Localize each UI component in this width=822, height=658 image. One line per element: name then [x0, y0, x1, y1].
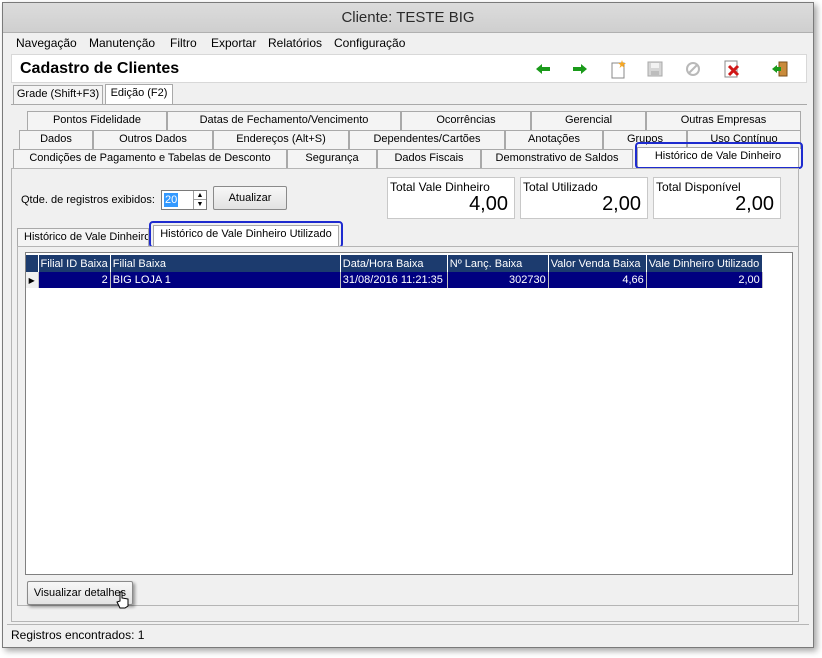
menu-configuracao[interactable]: Configuração — [334, 36, 405, 50]
menu-exportar[interactable]: Exportar — [211, 36, 256, 50]
spinner-up-icon[interactable]: ▲ — [194, 191, 206, 200]
form-header: Cadastro de Clientes — [11, 54, 807, 83]
details-button-label: Visualizar detalhes — [33, 587, 127, 599]
table-row[interactable]: ▶ 2 BIG LOJA 1 31/08/2016 11:21:35 30273… — [26, 272, 763, 288]
total-disponivel-label: Total Disponível — [656, 180, 741, 194]
cell-valor-venda[interactable]: 4,66 — [548, 272, 647, 288]
col-header-filial[interactable]: Filial Baixa — [110, 255, 341, 272]
tab-dados[interactable]: Dados — [19, 130, 93, 149]
cancel-icon[interactable] — [682, 58, 704, 80]
total-vale-dinheiro-label: Total Vale Dinheiro — [390, 180, 490, 194]
tab-anotacoes[interactable]: Anotações — [505, 130, 603, 149]
menu-relatorios[interactable]: Relatórios — [268, 36, 322, 50]
records-table: Filial ID Baixa Filial Baixa Data/Hora B… — [26, 255, 763, 288]
arrow-left-icon[interactable] — [532, 58, 554, 80]
save-icon[interactable] — [644, 58, 666, 80]
cell-data-hora[interactable]: 31/08/2016 11:21:35 — [340, 272, 448, 288]
subtab-historico[interactable]: Histórico de Vale Dinheiro — [17, 228, 149, 247]
arrow-right-icon[interactable] — [569, 58, 591, 80]
menu-navegacao[interactable]: Navegação — [16, 36, 77, 50]
total-utilizado-box: Total Utilizado 2,00 — [520, 177, 648, 219]
delete-icon[interactable] — [721, 58, 743, 80]
col-header-lancamento[interactable]: Nº Lanç. Baixa — [447, 255, 549, 272]
status-bar: Registros encontrados: 1 — [7, 624, 809, 643]
cell-filial-id[interactable]: 2 — [38, 272, 111, 288]
total-vale-dinheiro-box: Total Vale Dinheiro 4,00 — [387, 177, 515, 219]
tab-ocorrencias[interactable]: Ocorrências — [401, 111, 531, 130]
window-title: Cliente: TESTE BIG — [341, 9, 475, 26]
records-grid: Filial ID Baixa Filial Baixa Data/Hora B… — [25, 252, 793, 575]
refresh-button[interactable]: Atualizar — [213, 186, 287, 210]
records-count-label: Qtde. de registros exibidos: — [21, 194, 155, 206]
cell-lancamento[interactable]: 302730 — [447, 272, 549, 288]
cell-vale-utilizado[interactable]: 2,00 — [646, 272, 763, 288]
tab-gerencial[interactable]: Gerencial — [531, 111, 646, 130]
status-text: Registros encontrados: 1 — [11, 628, 145, 642]
highlight-subtab-utilizado — [149, 221, 343, 248]
records-count-value[interactable]: 20 — [164, 193, 179, 207]
table-header-row: Filial ID Baixa Filial Baixa Data/Hora B… — [26, 255, 763, 272]
tab-pontos-fidelidade[interactable]: Pontos Fidelidade — [27, 111, 167, 130]
hand-cursor-icon — [116, 591, 130, 609]
col-header-valor-venda[interactable]: Valor Venda Baixa — [548, 255, 647, 272]
app-window: Cliente: TESTE BIG Navegação Manutenção … — [2, 2, 814, 648]
menu-filtro[interactable]: Filtro — [170, 36, 197, 50]
total-utilizado-value: 2,00 — [602, 193, 641, 215]
title-bar: Cliente: TESTE BIG — [3, 3, 813, 33]
page-title: Cadastro de Clientes — [20, 60, 180, 77]
col-header-filial-id[interactable]: Filial ID Baixa — [38, 255, 111, 272]
total-disponivel-value: 2,00 — [735, 193, 774, 215]
spinner-buttons[interactable]: ▲ ▼ — [193, 191, 206, 209]
tab-edicao[interactable]: Edição (F2) — [105, 84, 173, 105]
tab-condicoes-pagamento[interactable]: Condições de Pagamento e Tabelas de Desc… — [13, 149, 287, 168]
records-count-spinner[interactable]: 20 ▲ ▼ — [161, 190, 207, 210]
row-indicator-icon: ▶ — [26, 272, 39, 288]
row-indicator-header — [26, 255, 39, 272]
exit-icon[interactable] — [769, 58, 791, 80]
tab-outras-empresas[interactable]: Outras Empresas — [646, 111, 801, 130]
tab-seguranca[interactable]: Segurança — [287, 149, 377, 168]
new-icon[interactable] — [608, 58, 630, 80]
tab-demonstrativo-saldos[interactable]: Demonstrativo de Saldos — [481, 149, 633, 168]
total-disponivel-box: Total Disponível 2,00 — [653, 177, 781, 219]
tab-outros-dados[interactable]: Outros Dados — [93, 130, 213, 149]
tab-dependentes[interactable]: Dependentes/Cartões — [349, 130, 505, 149]
tab-datas-fechamento[interactable]: Datas de Fechamento/Vencimento — [167, 111, 401, 130]
view-tabs-divider — [11, 104, 807, 105]
refresh-button-label: Atualizar — [228, 192, 272, 204]
col-header-vale-utilizado[interactable]: Vale Dinheiro Utilizado — [646, 255, 763, 272]
menu-manutencao[interactable]: Manutenção — [89, 36, 155, 50]
spinner-down-icon[interactable]: ▼ — [194, 200, 206, 209]
tab-enderecos[interactable]: Endereços (Alt+S) — [213, 130, 349, 149]
cell-filial[interactable]: BIG LOJA 1 — [110, 272, 341, 288]
tab-dados-fiscais[interactable]: Dados Fiscais — [377, 149, 481, 168]
col-header-data-hora[interactable]: Data/Hora Baixa — [340, 255, 448, 272]
tab-grade[interactable]: Grade (Shift+F3) — [13, 85, 103, 104]
highlight-tab-historico — [635, 142, 803, 169]
total-vale-dinheiro-value: 4,00 — [469, 193, 508, 215]
total-utilizado-label: Total Utilizado — [523, 180, 598, 194]
menu-bar: Navegação Manutenção Filtro Exportar Rel… — [3, 33, 813, 53]
